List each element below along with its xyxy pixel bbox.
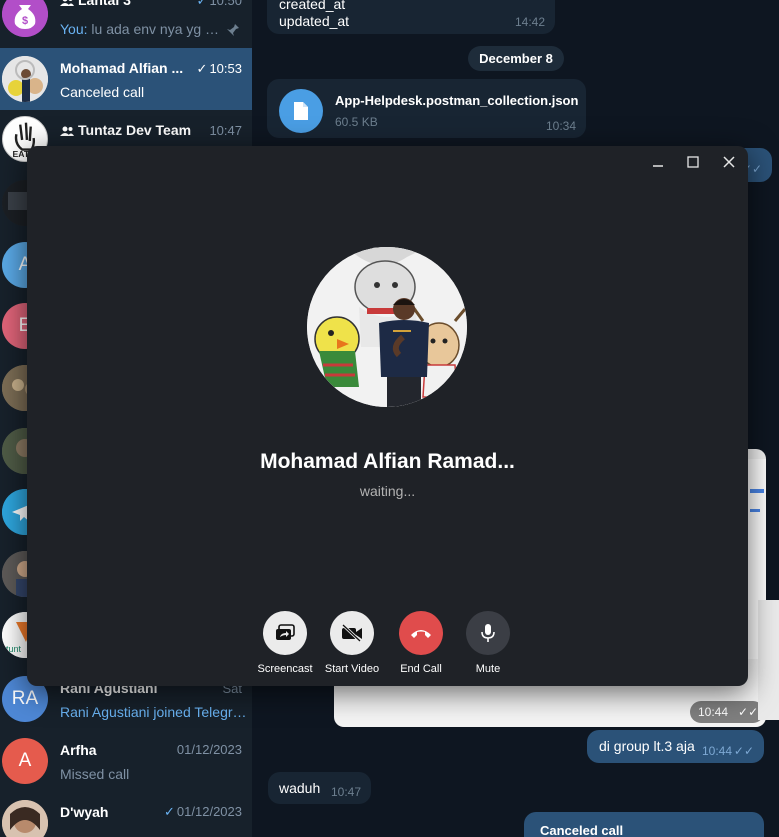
callee-avatar [307, 247, 467, 407]
chat-time: ✓ 10:53 [196, 61, 242, 76]
chat-avatar: A [2, 738, 48, 784]
file-name[interactable]: App-Helpdesk.postman_collection.json [335, 93, 578, 108]
screencast-icon[interactable] [263, 611, 307, 655]
chat-preview: Missed call [60, 766, 130, 782]
message-text: updated_at [279, 13, 350, 29]
date-separator: December 8 [468, 46, 564, 71]
chat-time: 10:47 [209, 123, 242, 138]
chat-time: ✓ 10:50 [197, 0, 242, 9]
callee-name: Mohamad Alfian Ramad... [260, 450, 515, 473]
message-bubble[interactable]: waduh 10:47 [268, 772, 371, 804]
message-time: 14:42 [514, 15, 545, 29]
contact-photo-avatar [2, 56, 48, 102]
video-off-icon[interactable] [330, 611, 374, 655]
chat-item-arfha[interactable]: A Arfha 01/12/2023 Missed call [0, 732, 252, 794]
phone-hangup-icon[interactable] [399, 611, 443, 655]
scroll-edge [758, 600, 779, 720]
svg-text:tunt: tunt [6, 644, 22, 654]
chat-preview: Canceled call [60, 84, 145, 100]
chat-name: Tuntaz Dev Team [60, 122, 191, 139]
minimize-icon[interactable] [643, 150, 673, 174]
chat-name: Lantai 3 [60, 0, 131, 9]
file-icon[interactable] [279, 89, 323, 133]
message-text: Canceled call [540, 823, 624, 837]
call-status: waiting... [359, 483, 416, 499]
chat-item-dwyah[interactable]: D'wyah ✓ 01/12/2023 [0, 794, 252, 837]
pin-icon [226, 23, 240, 42]
microphone-icon[interactable] [466, 611, 510, 655]
chat-item-lantai-3[interactable]: $ Lantai 3 ✓ 10:50 You: lu ada env nya yg… [0, 0, 252, 45]
double-check-icon: ✓✓ [733, 744, 754, 758]
message-time: 10:44 [701, 744, 732, 758]
message-bubble[interactable]: created_at updated_at 14:42 [267, 0, 555, 34]
message-bubble[interactable]: di group lt.3 aja 10:44 ✓✓ [587, 730, 764, 763]
message-text: waduh [279, 780, 321, 796]
maximize-icon[interactable] [678, 150, 708, 174]
message-time: 10:34 [545, 119, 576, 133]
svg-text:$: $ [22, 15, 28, 27]
message-text: di group lt.3 aja [599, 738, 695, 754]
chat-time: ✓ 01/12/2023 [164, 804, 242, 819]
read-check-icon: ✓ [164, 804, 175, 819]
double-check-icon: ✓✓ [738, 705, 759, 719]
contact-photo-avatar [2, 800, 48, 837]
file-message[interactable]: App-Helpdesk.postman_collection.json 60.… [267, 79, 586, 138]
message-time: 10:47 [330, 785, 361, 799]
chat-time: 01/12/2023 [176, 742, 242, 757]
read-check-icon: ✓ [196, 61, 208, 76]
file-size: 60.5 KB [335, 115, 378, 129]
close-icon[interactable] [714, 150, 744, 174]
money-bag-avatar: $ [2, 0, 48, 37]
group-icon [60, 123, 74, 139]
read-check-icon: ✓ [196, 0, 208, 8]
start-video-button[interactable]: Start Video [312, 611, 392, 675]
call-message[interactable]: Canceled call [524, 812, 764, 837]
call-window: Mohamad Alfian Ramad... waiting... Scree… [27, 146, 748, 686]
chat-preview: Rani Agustiani joined Telegram [60, 704, 250, 720]
group-icon [60, 0, 74, 9]
mute-button[interactable]: Mute [448, 611, 528, 675]
message-text: created_at [279, 0, 346, 12]
image-time-pill: 10:44 ✓✓ [690, 701, 764, 723]
chat-item-mohamad-alfian[interactable]: Mohamad Alfian ... ✓ 10:53 Canceled call [0, 48, 252, 110]
chat-preview: You: lu ada env nya yg k... [60, 21, 220, 37]
